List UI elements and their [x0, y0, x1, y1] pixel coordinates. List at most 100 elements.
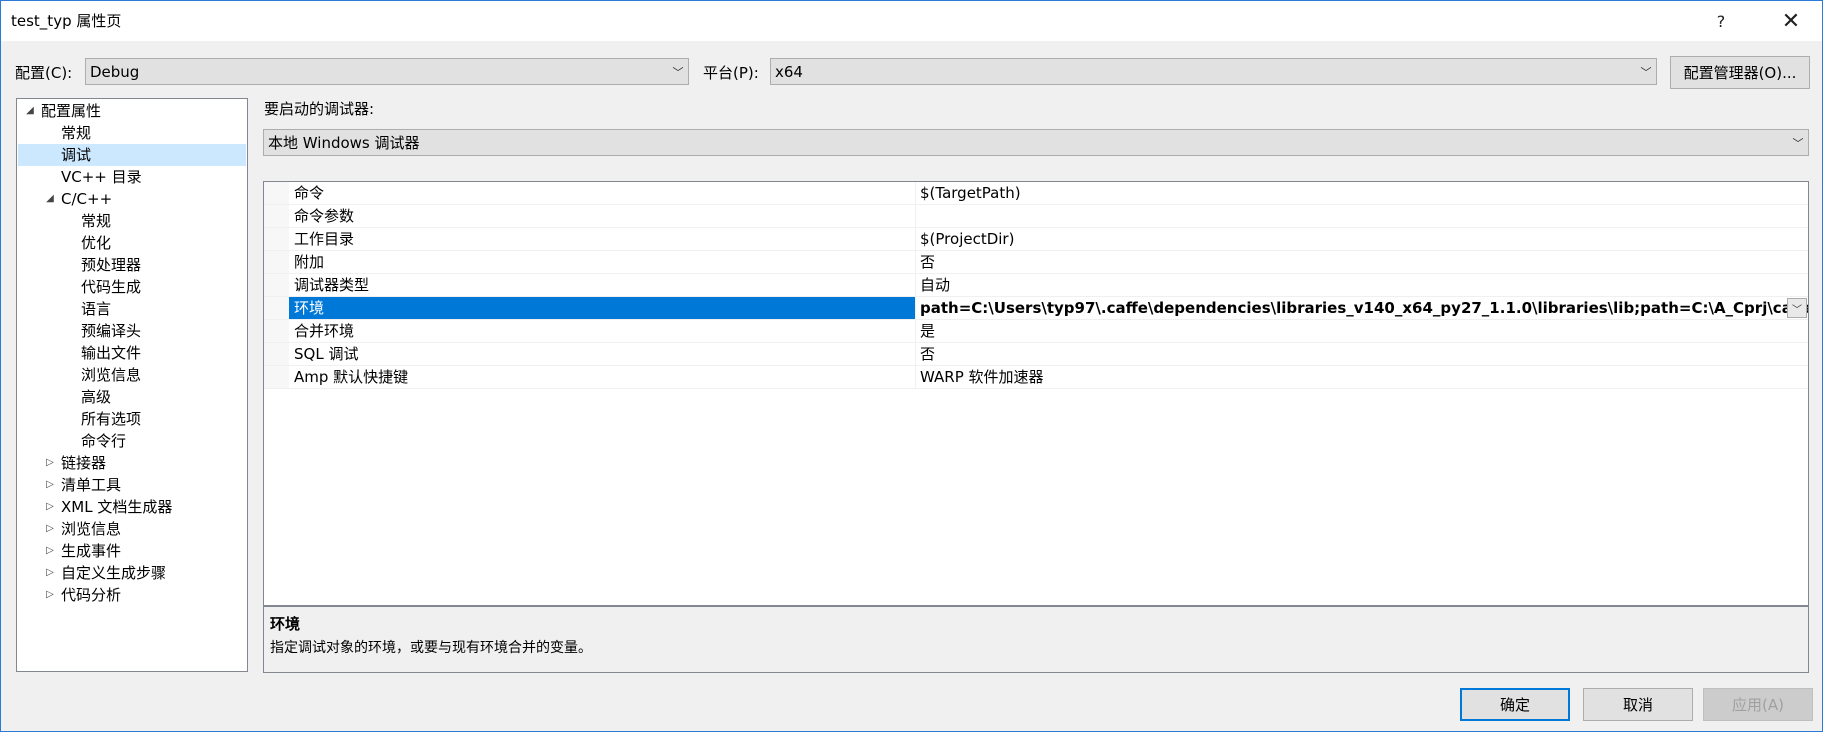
help-button[interactable]: ? [1694, 1, 1748, 41]
property-name[interactable]: SQL 调试 [289, 343, 915, 365]
debugger-dropdown[interactable]: 本地 Windows 调试器 ﹀ [263, 129, 1809, 156]
expand-arrow-icon[interactable]: ▷ [44, 452, 56, 474]
property-row[interactable]: 环境 path=C:\Users\typ97\.caffe\dependencie… [264, 297, 1808, 320]
property-name[interactable]: 调试器类型 [289, 274, 915, 296]
tree-item[interactable]: 调试 [18, 144, 246, 166]
tree-item[interactable]: 语言 [18, 298, 246, 320]
expand-arrow-icon[interactable]: ▷ [44, 540, 56, 562]
chevron-down-icon[interactable]: ﹀ [1787, 298, 1807, 318]
tree-item-label: 常规 [81, 212, 112, 230]
tree-item[interactable]: ▷ 生成事件 [18, 540, 246, 562]
property-name[interactable]: 附加 [289, 251, 915, 273]
tree-item-label: XML 文档生成器 [61, 498, 173, 516]
tree-item[interactable]: 优化 [18, 232, 246, 254]
platform-dropdown[interactable]: x64 ﹀ [770, 58, 1657, 85]
expand-arrow-icon[interactable]: ▷ [44, 474, 56, 496]
property-name[interactable]: 环境 [289, 297, 915, 319]
config-manager-button[interactable]: 配置管理器(O)... [1670, 56, 1810, 89]
tree-item-label: 语言 [81, 300, 112, 318]
expand-arrow-icon[interactable]: ▷ [44, 518, 56, 540]
tree-item[interactable]: 常规 [18, 122, 246, 144]
property-tree: ◢ 配置属性 常规 调试 VC++ 目录 ◢ C/C++ 常规 优化 预处理器 代码生成 语言 预编译头… [16, 98, 248, 672]
tree-item[interactable]: 高级 [18, 386, 246, 408]
property-name[interactable]: 命令参数 [289, 205, 915, 227]
tree-item[interactable]: ▷ 自定义生成步骤 [18, 562, 246, 584]
property-value[interactable]: 否 [915, 251, 1808, 273]
property-name[interactable]: 合并环境 [289, 320, 915, 342]
tree-item[interactable]: ▷ 链接器 [18, 452, 246, 474]
tree-item[interactable]: 命令行 [18, 430, 246, 452]
tree-item[interactable]: 预编译头 [18, 320, 246, 342]
property-value[interactable]: $(TargetPath) [915, 182, 1808, 204]
tree-item-label: 浏览信息 [81, 366, 142, 384]
property-row[interactable]: 合并环境是 [264, 320, 1808, 343]
property-name[interactable]: 命令 [289, 182, 915, 204]
property-value[interactable]: WARP 软件加速器 [915, 366, 1808, 388]
collapse-arrow-icon[interactable]: ◢ [24, 100, 36, 122]
property-pages-window: test_typ 属性页 ? ✕ 配置(C): Debug ﹀ 平台(P): x… [0, 0, 1823, 732]
tree-item[interactable]: ◢ 配置属性 [18, 100, 246, 122]
tree-item[interactable]: ▷ 清单工具 [18, 474, 246, 496]
debugger-label: 要启动的调试器: [264, 100, 375, 118]
property-row[interactable]: 附加否 [264, 251, 1808, 274]
tree-item-label: C/C++ [61, 190, 113, 208]
tree-item[interactable]: 常规 [18, 210, 246, 232]
tree-item-label: 命令行 [81, 432, 127, 450]
property-value[interactable]: $(ProjectDir) [915, 228, 1808, 250]
tree-item[interactable]: 浏览信息 [18, 364, 246, 386]
property-value[interactable]: path=C:\Users\typ97\.caffe\dependencies\… [915, 297, 1808, 319]
property-row[interactable]: 命令参数 [264, 205, 1808, 228]
tree-item-label: 代码生成 [81, 278, 142, 296]
property-row[interactable]: 工作目录 $(ProjectDir) [264, 228, 1808, 251]
tree-item[interactable]: VC++ 目录 [18, 166, 246, 188]
config-value: Debug [90, 62, 140, 81]
tree-item-label: 生成事件 [61, 542, 122, 560]
property-row[interactable]: Amp 默认快捷键 WARP 软件加速器 [264, 366, 1808, 389]
expand-arrow-icon[interactable]: ▷ [44, 584, 56, 606]
row-gutter [264, 297, 289, 319]
title-bar: test_typ 属性页 ? ✕ [1, 1, 1822, 41]
tree-item[interactable]: ▷ 浏览信息 [18, 518, 246, 540]
tree-item-label: 自定义生成步骤 [61, 564, 167, 582]
ok-button[interactable]: 确定 [1460, 688, 1570, 721]
chevron-down-icon: ﹀ [1640, 65, 1652, 79]
config-dropdown[interactable]: Debug ﹀ [85, 58, 689, 85]
cancel-button[interactable]: 取消 [1583, 688, 1693, 721]
tree-item[interactable]: ▷ XML 文档生成器 [18, 496, 246, 518]
tree-item[interactable]: 所有选项 [18, 408, 246, 430]
tree-item-label: 预处理器 [81, 256, 142, 274]
tree-item[interactable]: 输出文件 [18, 342, 246, 364]
row-gutter [264, 274, 289, 296]
row-gutter [264, 205, 289, 227]
property-value[interactable]: 自动 [915, 274, 1808, 296]
row-gutter [264, 182, 289, 204]
tree-item[interactable]: ◢ C/C++ [18, 188, 246, 210]
tree-item[interactable]: 代码生成 [18, 276, 246, 298]
collapse-arrow-icon[interactable]: ◢ [44, 188, 56, 210]
tree-item-label: 优化 [81, 234, 112, 252]
platform-value: x64 [775, 62, 803, 81]
property-name[interactable]: Amp 默认快捷键 [289, 366, 915, 388]
tree-item-label: 配置属性 [41, 102, 102, 120]
property-value[interactable]: 否 [915, 343, 1808, 365]
property-row[interactable]: 调试器类型 自动 [264, 274, 1808, 297]
window-title: test_typ 属性页 [11, 12, 122, 30]
tree-item-label: 链接器 [61, 454, 107, 472]
property-name[interactable]: 工作目录 [289, 228, 915, 250]
expand-arrow-icon[interactable]: ▷ [44, 562, 56, 584]
property-row[interactable]: 命令 $(TargetPath) [264, 182, 1808, 205]
close-button[interactable]: ✕ [1764, 1, 1818, 41]
tree-item[interactable]: 预处理器 [18, 254, 246, 276]
expand-arrow-icon[interactable]: ▷ [44, 496, 56, 518]
property-value[interactable]: 是 [915, 320, 1808, 342]
debugger-value: 本地 Windows 调试器 [268, 134, 420, 152]
tree-item[interactable]: ▷ 代码分析 [18, 584, 246, 606]
row-gutter [264, 366, 289, 388]
tree-item-label: 调试 [61, 146, 92, 164]
description-panel: 环境 指定调试对象的环境，或要与现有环境合并的变量。 [263, 606, 1809, 673]
property-value[interactable] [915, 205, 1808, 227]
chevron-down-icon: ﹀ [672, 65, 684, 79]
tree-item-label: 预编译头 [81, 322, 142, 340]
property-row[interactable]: SQL 调试否 [264, 343, 1808, 366]
row-gutter [264, 228, 289, 250]
